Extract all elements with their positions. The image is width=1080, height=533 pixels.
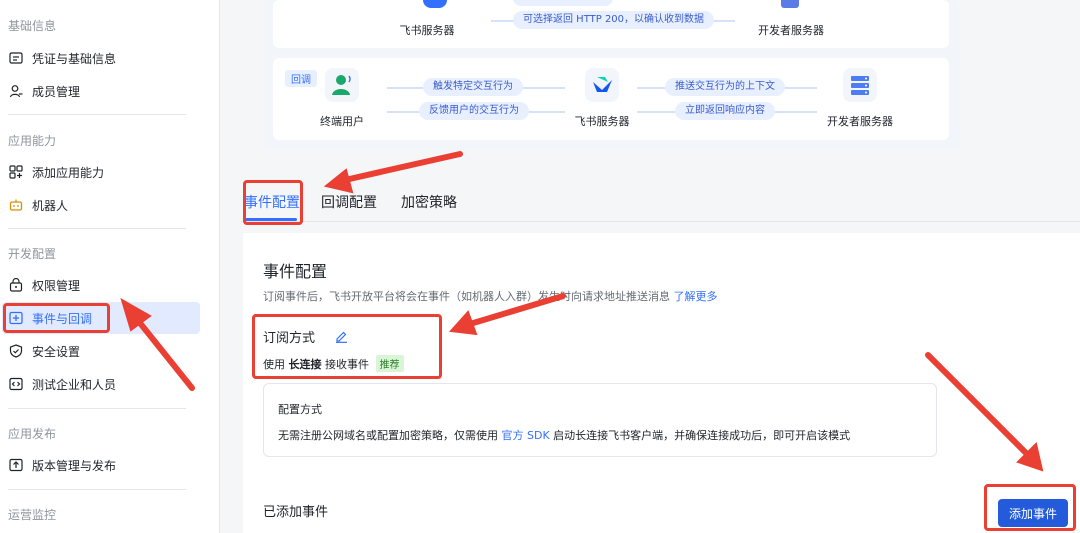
- panel-description: 订阅事件后，飞书开放平台将会在事件（如机器人入群）发生时向请求地址推送消息 了解…: [263, 288, 718, 304]
- annotation-box-sidebar: [3, 303, 110, 333]
- sidebar-item-members[interactable]: 成员管理: [2, 75, 200, 107]
- pill-return: 立即返回响应内容: [675, 102, 775, 120]
- sidebar-item-label: 成员管理: [32, 84, 81, 99]
- sidebar-divider: [8, 228, 186, 229]
- node-label-feishu: 飞书服务器: [399, 24, 455, 37]
- section-title-ability: 应用能力: [8, 134, 57, 148]
- sidebar-item-permission[interactable]: 权限管理: [2, 269, 200, 301]
- annotation-box-tab: [243, 180, 303, 225]
- flow-diagram-card: 飞书服务器 可选择返回 HTTP 200，以确认收到数据 开发者服务器 回调 终…: [263, 0, 959, 150]
- tab-encryption[interactable]: 加密策略: [401, 192, 457, 212]
- member-icon: [8, 83, 24, 99]
- config-desc-suffix: 启动长连接飞书客户端，并确保连接成功后，即可开启该模式: [553, 429, 851, 442]
- sidebar-item-credentials[interactable]: 凭证与基础信息: [2, 42, 200, 74]
- section-title-monitor: 运营监控: [8, 508, 57, 522]
- dev-server-icon: [781, 0, 799, 8]
- section-title-basic: 基础信息: [8, 19, 57, 33]
- event-flow-row: 飞书服务器 可选择返回 HTTP 200，以确认收到数据 开发者服务器: [273, 0, 949, 48]
- config-method-desc: 无需注册公网域名或配置加密策略，仅需使用 官方 SDK 启动长连接飞书客户端，并…: [278, 427, 850, 443]
- learn-more-link[interactable]: 了解更多: [674, 290, 718, 303]
- panel-title: 事件配置: [263, 262, 328, 281]
- tab-bar: 事件配置 回调配置 加密策略: [241, 172, 1080, 222]
- config-method-title: 配置方式: [278, 403, 322, 416]
- shield-icon: [8, 343, 24, 359]
- feishu-logo-icon: [585, 68, 619, 102]
- node-label-end-user: 终端用户: [320, 115, 364, 128]
- cropped-pill: [513, 0, 613, 6]
- pill-trigger: 触发特定交互行为: [423, 78, 523, 96]
- sidebar-item-add-ability[interactable]: 添加应用能力: [2, 156, 200, 188]
- annotation-box-add-button: [984, 484, 1076, 531]
- tab-callback-config[interactable]: 回调配置: [321, 192, 377, 212]
- event-config-panel: 事件配置 订阅事件后，飞书开放平台将会在事件（如机器人入群）发生时向请求地址推送…: [243, 233, 1080, 533]
- sidebar-item-robot[interactable]: 机器人: [2, 189, 200, 221]
- app-ability-icon: [8, 164, 24, 180]
- sidebar-item-label: 凭证与基础信息: [32, 51, 117, 66]
- permission-icon: [8, 277, 24, 293]
- pill-http-200: 可选择返回 HTTP 200，以确认收到数据: [513, 11, 715, 29]
- callback-flow-row: 回调 终端用户 触发特定交互行为 反馈用户的交互行为 飞书服务器 推送交互行为的…: [273, 58, 949, 140]
- panel-desc-text: 订阅事件后，飞书开放平台将会在事件（如机器人入群）发生时向请求地址推送消息: [263, 290, 670, 303]
- sidebar-divider: [8, 489, 186, 490]
- config-method-box: 配置方式 无需注册公网域名或配置加密策略，仅需使用 官方 SDK 启动长连接飞书…: [263, 383, 937, 457]
- upload-icon: [8, 457, 24, 473]
- sidebar-item-security[interactable]: 安全设置: [2, 335, 200, 367]
- section-title-dev: 开发配置: [8, 247, 57, 261]
- node-label-dev-server: 开发者服务器: [758, 24, 824, 37]
- test-code-icon: [8, 376, 24, 392]
- dev-server-icon: [843, 68, 877, 102]
- callback-tag: 回调: [285, 70, 317, 87]
- sidebar-item-label: 版本管理与发布: [32, 458, 117, 473]
- feishu-server-icon: [423, 0, 447, 8]
- sidebar-divider: [8, 114, 186, 115]
- user-icon: [325, 68, 359, 102]
- sidebar-item-version[interactable]: 版本管理与发布: [2, 449, 200, 481]
- node-label-feishu-server: 飞书服务器: [574, 115, 630, 128]
- sidebar-item-test-users[interactable]: 测试企业和人员: [2, 368, 200, 400]
- node-label-dev-server: 开发者服务器: [827, 115, 893, 128]
- sidebar-item-label: 机器人: [32, 198, 69, 213]
- section-title-publish: 应用发布: [8, 427, 57, 441]
- sidebar-item-label: 权限管理: [32, 278, 81, 293]
- added-events-title: 已添加事件: [263, 505, 329, 520]
- pill-feedback: 反馈用户的交互行为: [419, 102, 529, 120]
- official-sdk-link[interactable]: 官方 SDK: [502, 429, 550, 442]
- sidebar-divider: [8, 408, 186, 409]
- sidebar-item-label: 测试企业和人员: [32, 377, 117, 392]
- config-desc-prefix: 无需注册公网域名或配置加密策略，仅需使用: [278, 429, 498, 442]
- credential-icon: [8, 50, 24, 66]
- annotation-box-subscription: [252, 314, 442, 379]
- sidebar: 基础信息 凭证与基础信息 成员管理 应用能力 添加应用能力 机器人 开发配置 权…: [0, 0, 220, 533]
- sidebar-item-label: 添加应用能力: [32, 165, 105, 180]
- sidebar-item-label: 安全设置: [32, 344, 81, 359]
- pill-push-context: 推送交互行为的上下文: [665, 78, 785, 96]
- main-content: 飞书服务器 可选择返回 HTTP 200，以确认收到数据 开发者服务器 回调 终…: [221, 0, 1080, 533]
- robot-icon: [8, 197, 24, 213]
